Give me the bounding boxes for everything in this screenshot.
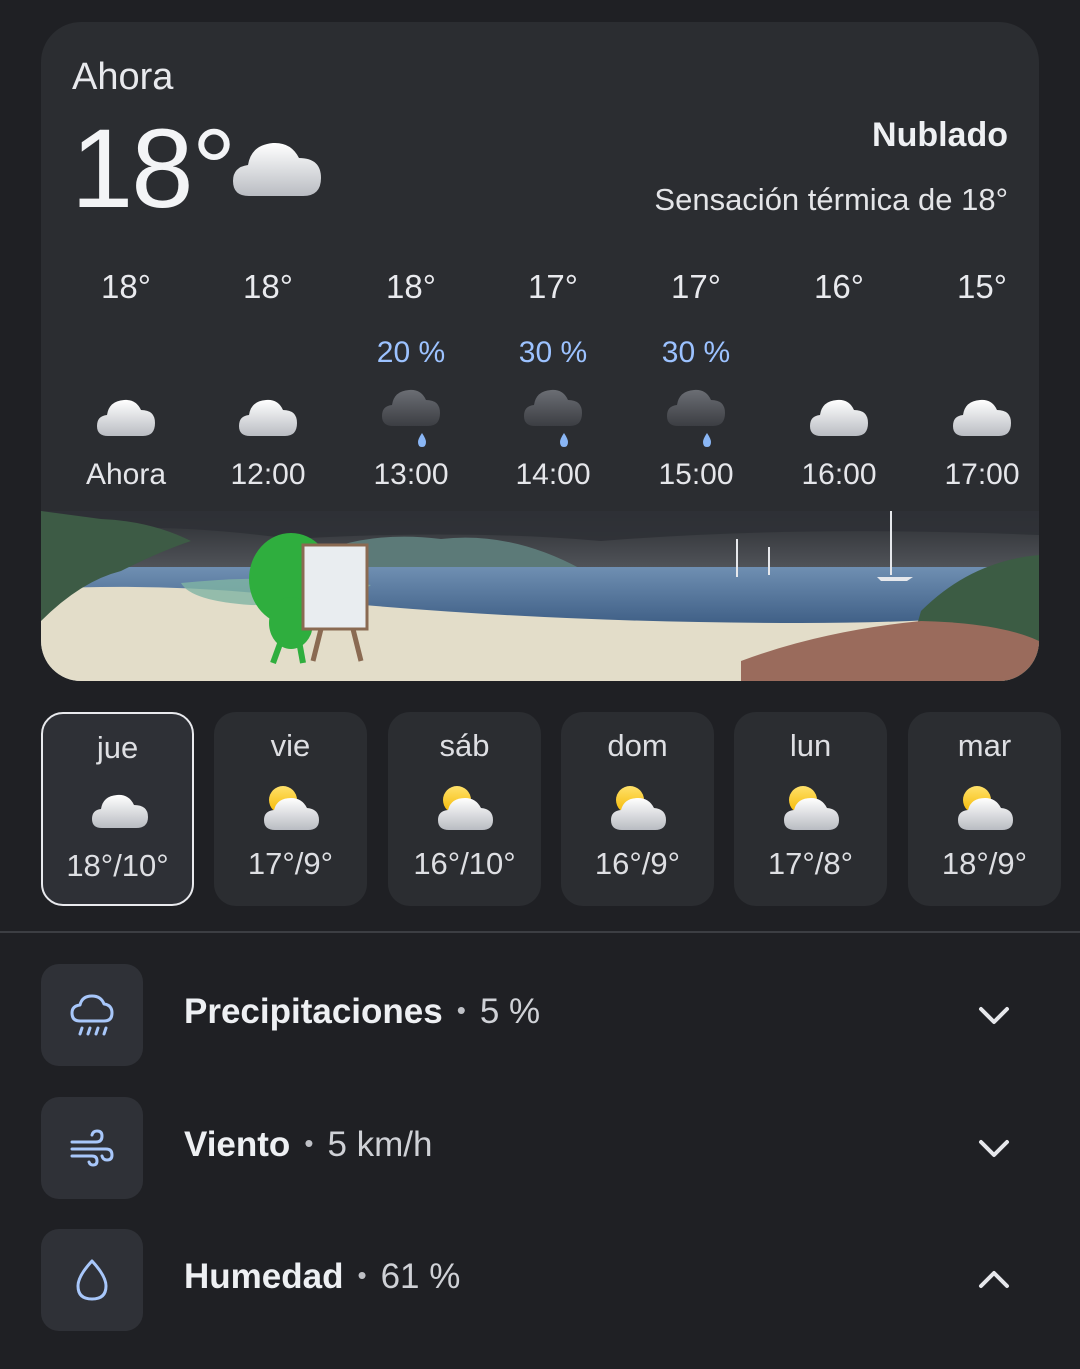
hourly-time: 15:00 bbox=[658, 458, 734, 491]
hourly-time: 12:00 bbox=[230, 458, 306, 491]
condition-text: Nublado bbox=[872, 116, 1008, 154]
current-temperature: 18° bbox=[71, 106, 236, 231]
day-temp-range: 16°/10° bbox=[413, 846, 516, 881]
day-name: mar bbox=[957, 728, 1012, 763]
day-card[interactable]: sáb 16°/10° bbox=[388, 712, 541, 906]
detail-label: Viento bbox=[184, 1125, 291, 1164]
droplet-icon bbox=[76, 1259, 108, 1301]
hourly-time: 13:00 bbox=[373, 458, 449, 491]
chevron-down-icon[interactable] bbox=[977, 1000, 1011, 1030]
cloud-icon bbox=[810, 399, 868, 436]
rain-cloud-icon bbox=[524, 389, 582, 447]
partly-sunny-icon bbox=[611, 786, 666, 830]
day-temp-range: 17°/8° bbox=[767, 846, 854, 881]
day-name: sáb bbox=[439, 728, 490, 763]
hourly-temp: 18° bbox=[243, 268, 293, 305]
humidity-row[interactable]: Humedad • 61 % bbox=[41, 1229, 1039, 1331]
day-card[interactable]: mar 18°/9° bbox=[908, 712, 1061, 906]
icon-tile bbox=[41, 1229, 143, 1331]
day-temp-range: 18°/9° bbox=[941, 846, 1028, 881]
chevron-down-icon[interactable] bbox=[977, 1133, 1011, 1163]
section-divider bbox=[0, 931, 1080, 933]
detail-label: Humedad bbox=[184, 1257, 344, 1296]
day-temp-range: 18°/10° bbox=[66, 848, 169, 883]
hourly-time: 17:00 bbox=[944, 458, 1020, 491]
cloud-icon bbox=[92, 794, 148, 828]
hourly-precip-chance: 30 % bbox=[518, 336, 588, 369]
partly-sunny-icon bbox=[784, 786, 839, 830]
hourly-temp: 15° bbox=[957, 268, 1007, 305]
hourly-time: 16:00 bbox=[801, 458, 877, 491]
hourly-temp: 17° bbox=[528, 268, 578, 305]
detail-value: 61 % bbox=[380, 1257, 461, 1296]
daily-forecast[interactable]: jue 18°/10° vie 17°/9° sáb 16°/10° dom 1… bbox=[41, 712, 1061, 906]
rain-cloud-icon bbox=[667, 389, 725, 447]
cloud-icon bbox=[239, 399, 297, 436]
day-temp-range: 17°/9° bbox=[247, 846, 334, 881]
day-card-selected[interactable]: jue 18°/10° bbox=[41, 712, 194, 906]
hourly-temp: 18° bbox=[101, 268, 151, 305]
day-card[interactable]: dom 16°/9° bbox=[561, 712, 714, 906]
current-weather-card[interactable]: Ahora 18° Nublado Sensación térmica de 1… bbox=[41, 22, 1039, 681]
cloud-icon bbox=[953, 399, 1011, 436]
hourly-temp: 16° bbox=[814, 268, 864, 305]
cloud-icon bbox=[97, 399, 155, 436]
hourly-precip-chance: 20 % bbox=[376, 336, 446, 369]
day-card[interactable]: lun 17°/8° bbox=[734, 712, 887, 906]
day-name: vie bbox=[270, 728, 311, 763]
hourly-time: Ahora bbox=[85, 458, 167, 491]
icon-tile bbox=[41, 964, 143, 1066]
hourly-precip-chance: 30 % bbox=[661, 336, 731, 369]
detail-value: 5 % bbox=[479, 992, 541, 1031]
hourly-temp: 18° bbox=[386, 268, 436, 305]
wind-icon bbox=[70, 1129, 114, 1167]
feels-like-text: Sensación térmica de 18° bbox=[654, 182, 1008, 217]
partly-sunny-icon bbox=[958, 786, 1013, 830]
chevron-up-icon[interactable] bbox=[977, 1265, 1011, 1295]
day-name: jue bbox=[96, 730, 139, 765]
beach-illustration bbox=[41, 511, 1039, 681]
partly-sunny-icon bbox=[264, 786, 319, 830]
precipitation-row[interactable]: Precipitaciones • 5 % bbox=[41, 964, 1039, 1066]
partly-sunny-icon bbox=[438, 786, 493, 830]
wind-row[interactable]: Viento • 5 km/h bbox=[41, 1097, 1039, 1199]
now-label: Ahora bbox=[72, 56, 174, 98]
icon-tile bbox=[41, 1097, 143, 1199]
day-temp-range: 16°/9° bbox=[594, 846, 681, 881]
detail-value: 5 km/h bbox=[327, 1125, 433, 1164]
hourly-time: 14:00 bbox=[515, 458, 591, 491]
day-card[interactable]: vie 17°/9° bbox=[214, 712, 367, 906]
rain-cloud-icon bbox=[382, 389, 440, 447]
day-name: dom bbox=[607, 728, 668, 763]
day-name: lun bbox=[789, 728, 832, 763]
rain-cloud-outline-icon bbox=[70, 994, 114, 1036]
hourly-temp: 17° bbox=[671, 268, 721, 305]
detail-label: Precipitaciones bbox=[184, 992, 443, 1031]
hourly-forecast[interactable]: 18° Ahora 18° 12:00 18° 20 % 13:00 17° 3… bbox=[55, 262, 1027, 502]
cloud-icon bbox=[233, 142, 321, 196]
